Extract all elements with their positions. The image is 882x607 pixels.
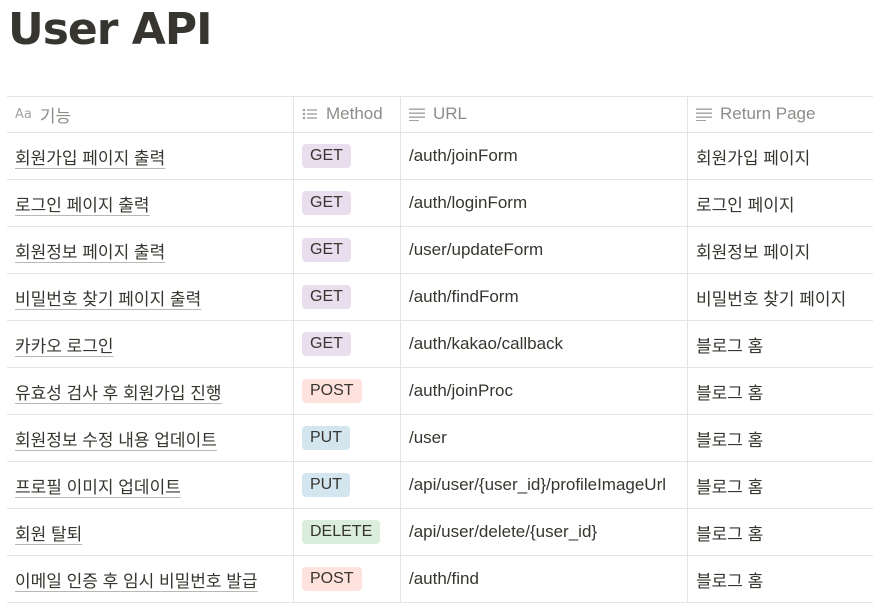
table-row[interactable]: 카카오 로그인 GET/auth/kakao/callback 블로그 홈 bbox=[7, 320, 873, 368]
database-table: Aa 기능 Method URL Return Page 회원가입 페이지 출력… bbox=[7, 96, 873, 603]
method-tag: PUT bbox=[302, 473, 350, 497]
url-cell[interactable]: /auth/findForm bbox=[400, 273, 688, 321]
column-header-name[interactable]: Aa 기능 bbox=[7, 96, 294, 133]
return-page-cell[interactable]: 비밀번호 찾기 페이지 bbox=[687, 273, 873, 321]
method-cell[interactable]: PUT bbox=[293, 461, 401, 509]
table-row[interactable]: 유효성 검사 후 회원가입 진행 POST/auth/joinProc 블로그 홈 bbox=[7, 367, 873, 415]
text-lines-icon bbox=[696, 108, 712, 121]
row-title-link[interactable]: 비밀번호 찾기 페이지 출력 bbox=[15, 290, 201, 309]
url-cell[interactable]: /auth/loginForm bbox=[400, 179, 688, 227]
method-tag: POST bbox=[302, 567, 362, 591]
row-title-link[interactable]: 로그인 페이지 출력 bbox=[15, 196, 150, 215]
column-header-label: 기능 bbox=[39, 107, 72, 126]
column-header-label: Return Page bbox=[720, 103, 816, 123]
column-header-method[interactable]: Method bbox=[293, 96, 401, 133]
method-cell[interactable]: GET bbox=[293, 132, 401, 180]
method-cell[interactable]: GET bbox=[293, 273, 401, 321]
method-tag: POST bbox=[302, 379, 362, 403]
url-cell[interactable]: /auth/joinProc bbox=[400, 367, 688, 415]
name-cell[interactable]: 회원 탈퇴 bbox=[7, 508, 294, 556]
row-title-link[interactable]: 이메일 인증 후 임시 비밀번호 발급 bbox=[15, 572, 258, 591]
return-page-cell[interactable]: 블로그 홈 bbox=[687, 320, 873, 368]
name-cell[interactable]: 회원정보 페이지 출력 bbox=[7, 226, 294, 274]
table-row[interactable]: 회원 탈퇴 DELETE/api/user/delete/{user_id} 블로그… bbox=[7, 508, 873, 556]
row-title-link[interactable]: 회원정보 수정 내용 업데이트 bbox=[15, 431, 217, 450]
url-cell[interactable]: /auth/kakao/callback bbox=[400, 320, 688, 368]
return-page-cell[interactable]: 블로그 홈 bbox=[687, 461, 873, 509]
column-header-url[interactable]: URL bbox=[400, 96, 688, 133]
row-title-link[interactable]: 회원정보 페이지 출력 bbox=[15, 243, 165, 262]
return-page-cell[interactable]: 회원정보 페이지 bbox=[687, 226, 873, 274]
table-row[interactable]: 이메일 인증 후 임시 비밀번호 발급 POST/auth/find 블로그 홈 bbox=[7, 555, 873, 603]
method-tag: GET bbox=[302, 332, 351, 356]
method-cell[interactable]: POST bbox=[293, 367, 401, 415]
table-row[interactable]: 회원정보 수정 내용 업데이트 PUT/user 블로그 홈 bbox=[7, 414, 873, 462]
text-property-icon: Aa bbox=[15, 107, 32, 122]
url-cell[interactable]: /auth/joinForm bbox=[400, 132, 688, 180]
table-row[interactable]: 프로필 이미지 업데이트 PUT/api/user/{user_id}/profi… bbox=[7, 461, 873, 509]
return-page-cell[interactable]: 회원가입 페이지 bbox=[687, 132, 873, 180]
name-cell[interactable]: 회원정보 수정 내용 업데이트 bbox=[7, 414, 294, 462]
page-title: User API bbox=[8, 4, 212, 55]
name-cell[interactable]: 카카오 로그인 bbox=[7, 320, 294, 368]
method-tag: GET bbox=[302, 285, 351, 309]
method-cell[interactable]: GET bbox=[293, 320, 401, 368]
table-row[interactable]: 비밀번호 찾기 페이지 출력 GET/auth/findForm 비밀번호 찾기 페… bbox=[7, 273, 873, 321]
url-cell[interactable]: /auth/find bbox=[400, 555, 688, 603]
name-cell[interactable]: 이메일 인증 후 임시 비밀번호 발급 bbox=[7, 555, 294, 603]
url-cell[interactable]: /user/updateForm bbox=[400, 226, 688, 274]
multi-select-property-icon bbox=[302, 108, 317, 119]
text-lines-icon bbox=[409, 108, 425, 121]
method-cell[interactable]: DELETE bbox=[293, 508, 401, 556]
return-page-cell[interactable]: 블로그 홈 bbox=[687, 414, 873, 462]
return-page-cell[interactable]: 블로그 홈 bbox=[687, 555, 873, 603]
table-row[interactable]: 회원정보 페이지 출력 GET/user/updateForm 회원정보 페이지 bbox=[7, 226, 873, 274]
url-cell[interactable]: /api/user/{user_id}/profileImageUrl bbox=[400, 461, 688, 509]
url-cell[interactable]: /api/user/delete/{user_id} bbox=[400, 508, 688, 556]
method-cell[interactable]: GET bbox=[293, 179, 401, 227]
row-title-link[interactable]: 프로필 이미지 업데이트 bbox=[15, 478, 181, 497]
table-row[interactable]: 로그인 페이지 출력 GET/auth/loginForm 로그인 페이지 bbox=[7, 179, 873, 227]
column-header-label: Method bbox=[326, 103, 383, 123]
table-header-row: Aa 기능 Method URL Return Page bbox=[7, 96, 873, 133]
column-header-label: URL bbox=[433, 103, 468, 123]
row-title-link[interactable]: 카카오 로그인 bbox=[15, 337, 114, 356]
method-tag: GET bbox=[302, 191, 351, 215]
table-row[interactable]: 회원가입 페이지 출력 GET/auth/joinForm 회원가입 페이지 bbox=[7, 132, 873, 180]
name-cell[interactable]: 로그인 페이지 출력 bbox=[7, 179, 294, 227]
return-page-cell[interactable]: 블로그 홈 bbox=[687, 508, 873, 556]
name-cell[interactable]: 프로필 이미지 업데이트 bbox=[7, 461, 294, 509]
method-cell[interactable]: PUT bbox=[293, 414, 401, 462]
method-tag: DELETE bbox=[302, 520, 381, 544]
method-tag: PUT bbox=[302, 426, 350, 450]
column-header-return-page[interactable]: Return Page bbox=[687, 96, 873, 133]
name-cell[interactable]: 회원가입 페이지 출력 bbox=[7, 132, 294, 180]
method-tag: GET bbox=[302, 238, 351, 262]
row-title-link[interactable]: 회원 탈퇴 bbox=[15, 525, 82, 544]
method-cell[interactable]: GET bbox=[293, 226, 401, 274]
url-cell[interactable]: /user bbox=[400, 414, 688, 462]
name-cell[interactable]: 유효성 검사 후 회원가입 진행 bbox=[7, 367, 294, 415]
name-cell[interactable]: 비밀번호 찾기 페이지 출력 bbox=[7, 273, 294, 321]
row-title-link[interactable]: 유효성 검사 후 회원가입 진행 bbox=[15, 384, 222, 403]
row-title-link[interactable]: 회원가입 페이지 출력 bbox=[15, 149, 165, 168]
method-cell[interactable]: POST bbox=[293, 555, 401, 603]
return-page-cell[interactable]: 블로그 홈 bbox=[687, 367, 873, 415]
method-tag: GET bbox=[302, 144, 351, 168]
return-page-cell[interactable]: 로그인 페이지 bbox=[687, 179, 873, 227]
